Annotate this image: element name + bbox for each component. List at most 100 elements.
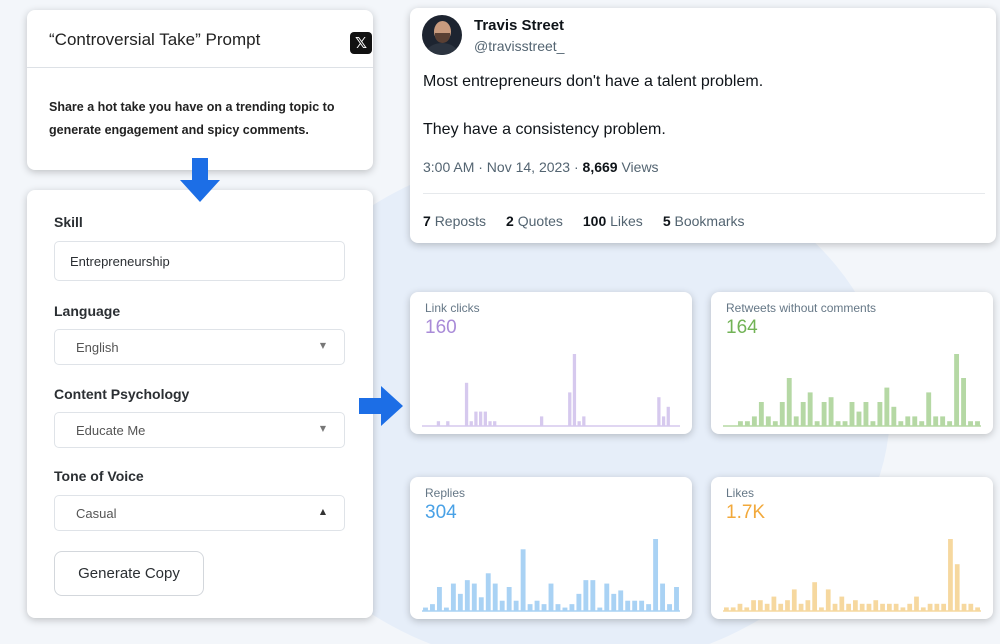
chart-bar bbox=[812, 582, 818, 611]
tone-select[interactable]: Casual ▲ bbox=[54, 495, 345, 531]
psychology-value: Educate Me bbox=[76, 423, 146, 438]
chart-bar bbox=[446, 421, 450, 426]
chart-bar bbox=[764, 603, 770, 611]
chart-bar bbox=[785, 600, 790, 611]
bookmarks-stat[interactable]: 5 Bookmarks bbox=[663, 213, 745, 229]
chart-bar bbox=[821, 402, 827, 426]
chart-bar bbox=[443, 607, 449, 611]
chart-bar bbox=[457, 593, 463, 611]
chart-bar bbox=[478, 411, 483, 426]
chart-bar bbox=[873, 600, 879, 611]
chart-bar bbox=[483, 411, 487, 426]
chart-bar bbox=[666, 406, 670, 426]
chart-bar bbox=[597, 607, 603, 611]
chart-bar bbox=[900, 607, 906, 611]
chart-bar bbox=[513, 600, 519, 611]
tweet-text-line: Most entrepreneurs don't have a talent p… bbox=[423, 73, 764, 90]
tweet-author-handle: @travisstreet_ bbox=[474, 38, 565, 54]
chart-bar bbox=[493, 421, 497, 426]
chart-bar bbox=[744, 421, 750, 426]
chart-bar bbox=[582, 416, 586, 426]
chart-bar bbox=[539, 416, 544, 426]
language-value: English bbox=[76, 340, 119, 355]
tone-value: Casual bbox=[76, 506, 117, 521]
link-clicks-chart bbox=[422, 354, 680, 427]
language-label: Language bbox=[54, 303, 121, 319]
tone-label: Tone of Voice bbox=[54, 468, 144, 484]
likes-stat[interactable]: 100 Likes bbox=[583, 213, 643, 229]
metric-value: 1.7K bbox=[726, 502, 766, 523]
chart-bar bbox=[947, 421, 953, 426]
tweet-text-line: They have a consistency problem. bbox=[423, 121, 666, 138]
arrow-down-icon bbox=[180, 158, 220, 202]
chart-bar bbox=[520, 549, 526, 611]
chart-bar bbox=[548, 583, 554, 611]
chart-bar bbox=[568, 392, 572, 426]
chart-bar bbox=[933, 416, 939, 426]
chart-bar bbox=[744, 607, 750, 611]
metric-value: 160 bbox=[425, 317, 457, 338]
tweet-timestamp: 3:00 AM · Nov 14, 2023 · 8,669 Views bbox=[423, 159, 659, 175]
chart-bar bbox=[639, 600, 645, 611]
tweet-stats: 7 Reposts 2 Quotes 100 Likes 5 Bookmarks bbox=[423, 213, 745, 229]
likes-chart bbox=[723, 539, 981, 612]
chart-bar bbox=[961, 378, 967, 426]
chart-bar bbox=[450, 583, 456, 611]
chart-bar bbox=[940, 416, 946, 426]
replies-card: Replies 304 bbox=[410, 477, 692, 619]
chart-bar bbox=[499, 600, 505, 611]
chart-bar bbox=[653, 539, 659, 611]
chart-bar bbox=[674, 587, 679, 611]
generate-copy-button[interactable]: Generate Copy bbox=[54, 551, 204, 596]
chart-bar bbox=[819, 607, 824, 611]
chart-bar bbox=[870, 421, 876, 426]
chart-bar bbox=[954, 564, 960, 611]
chart-bar bbox=[478, 597, 484, 611]
chart-bar bbox=[786, 378, 792, 426]
quotes-stat[interactable]: 2 Quotes bbox=[506, 213, 563, 229]
chart-bar bbox=[506, 587, 512, 611]
psychology-select[interactable]: Educate Me ▼ bbox=[54, 412, 345, 448]
chart-bar bbox=[975, 421, 980, 426]
chart-bar bbox=[562, 607, 568, 611]
chart-bar bbox=[825, 589, 831, 611]
chart-bar bbox=[667, 604, 672, 611]
chart-bar bbox=[771, 596, 777, 611]
chart-bar bbox=[914, 596, 919, 611]
retweets-card: Retweets without comments 164 bbox=[711, 292, 993, 434]
chart-bar bbox=[846, 603, 851, 611]
chart-bar bbox=[779, 402, 785, 426]
replies-chart bbox=[422, 539, 680, 612]
chart-bar bbox=[724, 607, 729, 611]
chart-bar bbox=[975, 607, 980, 611]
chart-bar bbox=[534, 600, 540, 611]
chart-bar bbox=[751, 416, 757, 426]
chart-bar bbox=[891, 406, 897, 426]
avatar bbox=[422, 15, 462, 55]
skill-input[interactable]: Entrepreneurship bbox=[54, 241, 345, 281]
chart-bar bbox=[488, 421, 492, 426]
likes-card: Likes 1.7K bbox=[711, 477, 993, 619]
chart-bar bbox=[577, 421, 581, 426]
prompt-card: “Controversial Take” Prompt 𝕏 Share a ho… bbox=[27, 10, 373, 170]
chart-bar bbox=[856, 411, 862, 426]
chart-bar bbox=[423, 607, 428, 611]
tweet-author-name: Travis Street bbox=[474, 17, 565, 34]
chart-bar bbox=[905, 416, 911, 426]
chart-bar bbox=[798, 603, 804, 611]
chart-bar bbox=[625, 600, 631, 611]
prompt-form: Skill Entrepreneurship Language English … bbox=[27, 190, 373, 618]
language-select[interactable]: English ▼ bbox=[54, 329, 345, 365]
chart-bar bbox=[968, 603, 974, 611]
chart-bar bbox=[791, 589, 797, 611]
chart-bar bbox=[660, 583, 666, 611]
chart-bar bbox=[569, 604, 575, 611]
chart-bar bbox=[866, 603, 872, 611]
chart-bar bbox=[832, 603, 838, 611]
chart-bar bbox=[737, 421, 743, 426]
chart-bar bbox=[464, 382, 469, 426]
chart-bar bbox=[793, 416, 799, 426]
metric-value: 164 bbox=[726, 317, 758, 338]
reposts-stat[interactable]: 7 Reposts bbox=[423, 213, 486, 229]
chart-bar bbox=[657, 397, 661, 426]
